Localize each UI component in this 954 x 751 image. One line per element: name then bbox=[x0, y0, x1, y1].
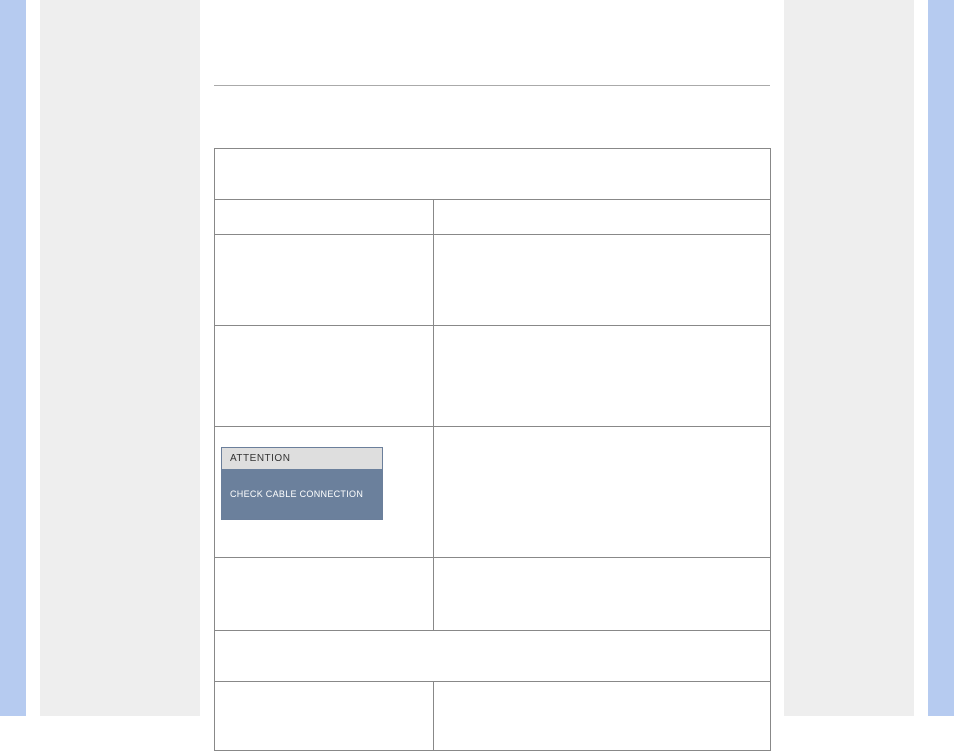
table-row bbox=[215, 235, 771, 326]
column-header-action bbox=[434, 200, 771, 235]
action-cell bbox=[434, 682, 771, 751]
document-page: ATTENTION CHECK CABLE CONNECTION bbox=[200, 0, 784, 716]
action-cell bbox=[434, 427, 771, 558]
problem-cell-check-connection: ATTENTION CHECK CABLE CONNECTION bbox=[215, 427, 434, 558]
dialog-body: CHECK CABLE CONNECTION bbox=[222, 469, 382, 519]
action-cell bbox=[434, 326, 771, 427]
left-blue-border bbox=[0, 0, 26, 716]
table-row bbox=[215, 149, 771, 200]
troubleshooting-table: ATTENTION CHECK CABLE CONNECTION bbox=[214, 148, 771, 751]
problem-cell bbox=[215, 682, 434, 751]
table-row bbox=[215, 682, 771, 751]
right-blue-border bbox=[928, 0, 954, 716]
table-row: ATTENTION CHECK CABLE CONNECTION bbox=[215, 427, 771, 558]
attention-dialog: ATTENTION CHECK CABLE CONNECTION bbox=[221, 447, 383, 520]
section-title-cell bbox=[215, 631, 771, 682]
section-title-cell bbox=[215, 149, 771, 200]
table-row bbox=[215, 200, 771, 235]
right-grey-panel bbox=[784, 0, 914, 716]
left-grey-panel bbox=[40, 0, 200, 716]
table-row bbox=[215, 326, 771, 427]
action-cell bbox=[434, 235, 771, 326]
column-header-problem bbox=[215, 200, 434, 235]
dialog-title: ATTENTION bbox=[222, 448, 382, 469]
problem-cell bbox=[215, 326, 434, 427]
horizontal-rule bbox=[214, 85, 770, 86]
problem-cell bbox=[215, 235, 434, 326]
table-row bbox=[215, 631, 771, 682]
action-cell bbox=[434, 558, 771, 631]
problem-cell bbox=[215, 558, 434, 631]
table-row bbox=[215, 558, 771, 631]
